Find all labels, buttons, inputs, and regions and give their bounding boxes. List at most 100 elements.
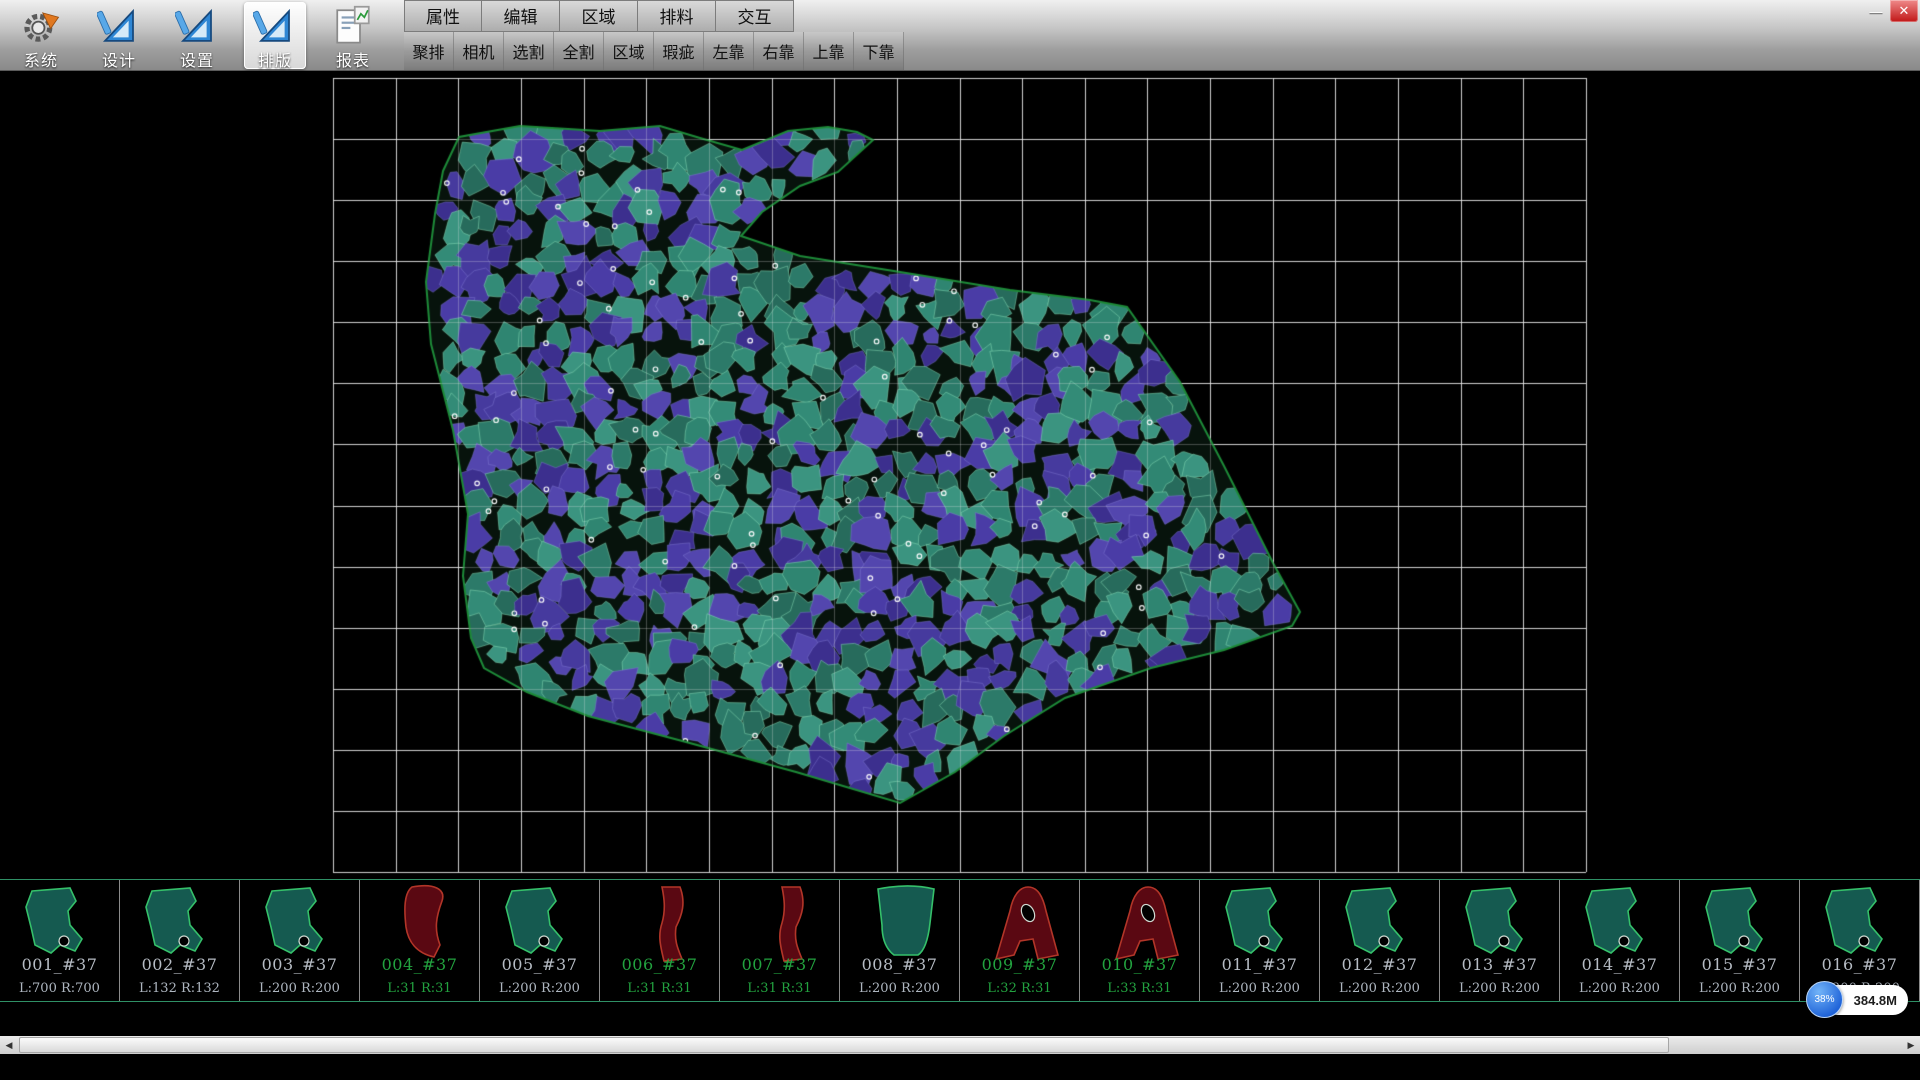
piece-shape	[1812, 883, 1908, 963]
mode-label: 排版	[258, 47, 292, 71]
piece-shape	[1692, 883, 1788, 963]
tool-button-cluster-nest[interactable]: 聚排	[404, 32, 454, 70]
tool-button-snap-left[interactable]: 左靠	[704, 32, 754, 70]
piece-id: 014_#37	[1560, 955, 1679, 974]
piece-lr-count: L:200 R:200	[1320, 981, 1439, 996]
piece-lr-count: L:200 R:200	[840, 981, 959, 996]
piece-lr-count: L:31 R:31	[360, 981, 479, 996]
tool-button-select-cut[interactable]: 选割	[504, 32, 554, 70]
mode-button-nesting[interactable]: 排版	[244, 2, 306, 69]
minimize-button[interactable]: —	[1862, 0, 1890, 22]
piece-thumbnail[interactable]: 008_#37 L:200 R:200	[840, 880, 960, 1001]
piece-id: 005_#37	[480, 955, 599, 974]
piece-thumbnail[interactable]: 015_#37 L:200 R:200	[1680, 880, 1800, 1001]
mode-buttons: 系统设计 设置 排版 报表	[0, 0, 404, 70]
piece-id: 008_#37	[840, 955, 959, 974]
mode-label: 报表	[336, 47, 370, 71]
piece-shape	[1092, 883, 1188, 963]
tool-button-snap-right[interactable]: 右靠	[754, 32, 804, 70]
mode-button-settings[interactable]: 设置	[166, 2, 228, 69]
horizontal-scrollbar[interactable]: ◀ ▶	[0, 1036, 1920, 1054]
piece-shape	[972, 883, 1068, 963]
piece-id: 011_#37	[1200, 955, 1319, 974]
piece-id: 007_#37	[720, 955, 839, 974]
piece-lr-count: L:132 R:132	[120, 981, 239, 996]
piece-thumbnail[interactable]: 007_#37 L:31 R:31	[720, 880, 840, 1001]
menu-tab-row: 属性编辑区域排料交互	[404, 0, 904, 32]
piece-id: 015_#37	[1680, 955, 1799, 974]
piece-thumbnail[interactable]: 006_#37 L:31 R:31	[600, 880, 720, 1001]
piece-shape	[372, 883, 468, 963]
scrollbar-thumb[interactable]	[19, 1037, 1669, 1053]
ruler-icon	[175, 5, 219, 47]
piece-id: 009_#37	[960, 955, 1079, 974]
piece-lr-count: L:200 R:200	[1560, 981, 1679, 996]
menu-tab-nest[interactable]: 排料	[638, 0, 716, 32]
piece-thumbnail[interactable]: 005_#37L:200 R:200	[480, 880, 600, 1001]
scroll-right-arrow[interactable]: ▶	[1902, 1036, 1920, 1054]
menu-tab-interact[interactable]: 交互	[716, 0, 794, 32]
piece-id: 013_#37	[1440, 955, 1559, 974]
piece-lr-count: L:200 R:200	[1200, 981, 1319, 996]
piece-shape	[492, 883, 588, 963]
tool-button-snap-top[interactable]: 上靠	[804, 32, 854, 70]
ruler-icon	[253, 5, 297, 47]
piece-thumbnail-strip: 001_#37L:700 R:700002_#37 L:132 R:132003_…	[0, 879, 1920, 1002]
tool-button-camera[interactable]: 相机	[454, 32, 504, 70]
piece-lr-count: L:31 R:31	[720, 981, 839, 996]
piece-id: 001_#37	[0, 955, 119, 974]
menu-area: 属性编辑区域排料交互 聚排相机选割全割区域瑕疵左靠右靠上靠下靠	[404, 0, 904, 70]
piece-shape	[1572, 883, 1668, 963]
menu-tab-edit[interactable]: 编辑	[482, 0, 560, 32]
piece-shape	[1452, 883, 1548, 963]
nesting-canvas[interactable]	[0, 0, 1920, 879]
menu-tab-region[interactable]: 区域	[560, 0, 638, 32]
piece-thumbnail[interactable]: 010_#37 L:33 R:31	[1080, 880, 1200, 1001]
piece-id: 002_#37	[120, 955, 239, 974]
piece-lr-count: L:200 R:200	[240, 981, 359, 996]
piece-lr-count: L:32 R:31	[960, 981, 1079, 996]
piece-thumbnail[interactable]: 001_#37L:700 R:700	[0, 880, 120, 1001]
piece-thumbnail[interactable]: 011_#37 L:200 R:200	[1200, 880, 1320, 1001]
piece-shape	[252, 883, 348, 963]
tool-button-cut-all[interactable]: 全割	[554, 32, 604, 70]
piece-id: 003_#37	[240, 955, 359, 974]
close-button[interactable]: ✕	[1890, 0, 1918, 22]
mode-button-report[interactable]: 报表	[322, 2, 384, 69]
piece-thumbnail[interactable]: 002_#37 L:132 R:132	[120, 880, 240, 1001]
piece-thumbnail[interactable]: 009_#37 L:32 R:31	[960, 880, 1080, 1001]
piece-shape	[732, 883, 828, 963]
piece-id: 012_#37	[1320, 955, 1439, 974]
status-badge: 384.8M 38%	[1806, 981, 1916, 1019]
tool-button-defect[interactable]: 瑕疵	[654, 32, 704, 70]
piece-lr-count: L:200 R:200	[1680, 981, 1799, 996]
toolbar: 系统设计设置排版报表 属性编辑区域排料交互 聚排相机选割全割区域瑕疵左靠右靠上靠…	[0, 0, 1920, 71]
piece-shape	[12, 883, 108, 963]
tool-button-row: 聚排相机选割全割区域瑕疵左靠右靠上靠下靠	[404, 32, 904, 70]
piece-shape	[1212, 883, 1308, 963]
gear-icon	[19, 5, 63, 47]
mode-button-design[interactable]: 设计	[88, 2, 150, 69]
tool-button-region[interactable]: 区域	[604, 32, 654, 70]
progress-indicator: 38%	[1806, 981, 1843, 1018]
piece-shape	[852, 883, 948, 963]
piece-lr-count: L:33 R:31	[1080, 981, 1199, 996]
piece-shape	[1332, 883, 1428, 963]
report-icon	[331, 5, 375, 47]
piece-lr-count: L:31 R:31	[600, 981, 719, 996]
tool-button-snap-bottom[interactable]: 下靠	[854, 32, 904, 70]
mode-label: 设计	[102, 47, 136, 71]
menu-tab-properties[interactable]: 属性	[404, 0, 482, 32]
piece-thumbnail[interactable]: 012_#37 L:200 R:200	[1320, 880, 1440, 1001]
piece-id: 016_#37	[1800, 955, 1919, 974]
mode-label: 设置	[180, 47, 214, 71]
piece-thumbnail[interactable]: 003_#37 L:200 R:200	[240, 880, 360, 1001]
piece-thumbnail[interactable]: 004_#37L:31 R:31	[360, 880, 480, 1001]
piece-thumbnail[interactable]: 014_#37 L:200 R:200	[1560, 880, 1680, 1001]
piece-shape	[132, 883, 228, 963]
mode-button-system[interactable]: 系统	[10, 2, 72, 69]
piece-id: 006_#37	[600, 955, 719, 974]
piece-thumbnail[interactable]: 013_#37L:200 R:200	[1440, 880, 1560, 1001]
piece-id: 010_#37	[1080, 955, 1199, 974]
scroll-left-arrow[interactable]: ◀	[0, 1036, 18, 1054]
